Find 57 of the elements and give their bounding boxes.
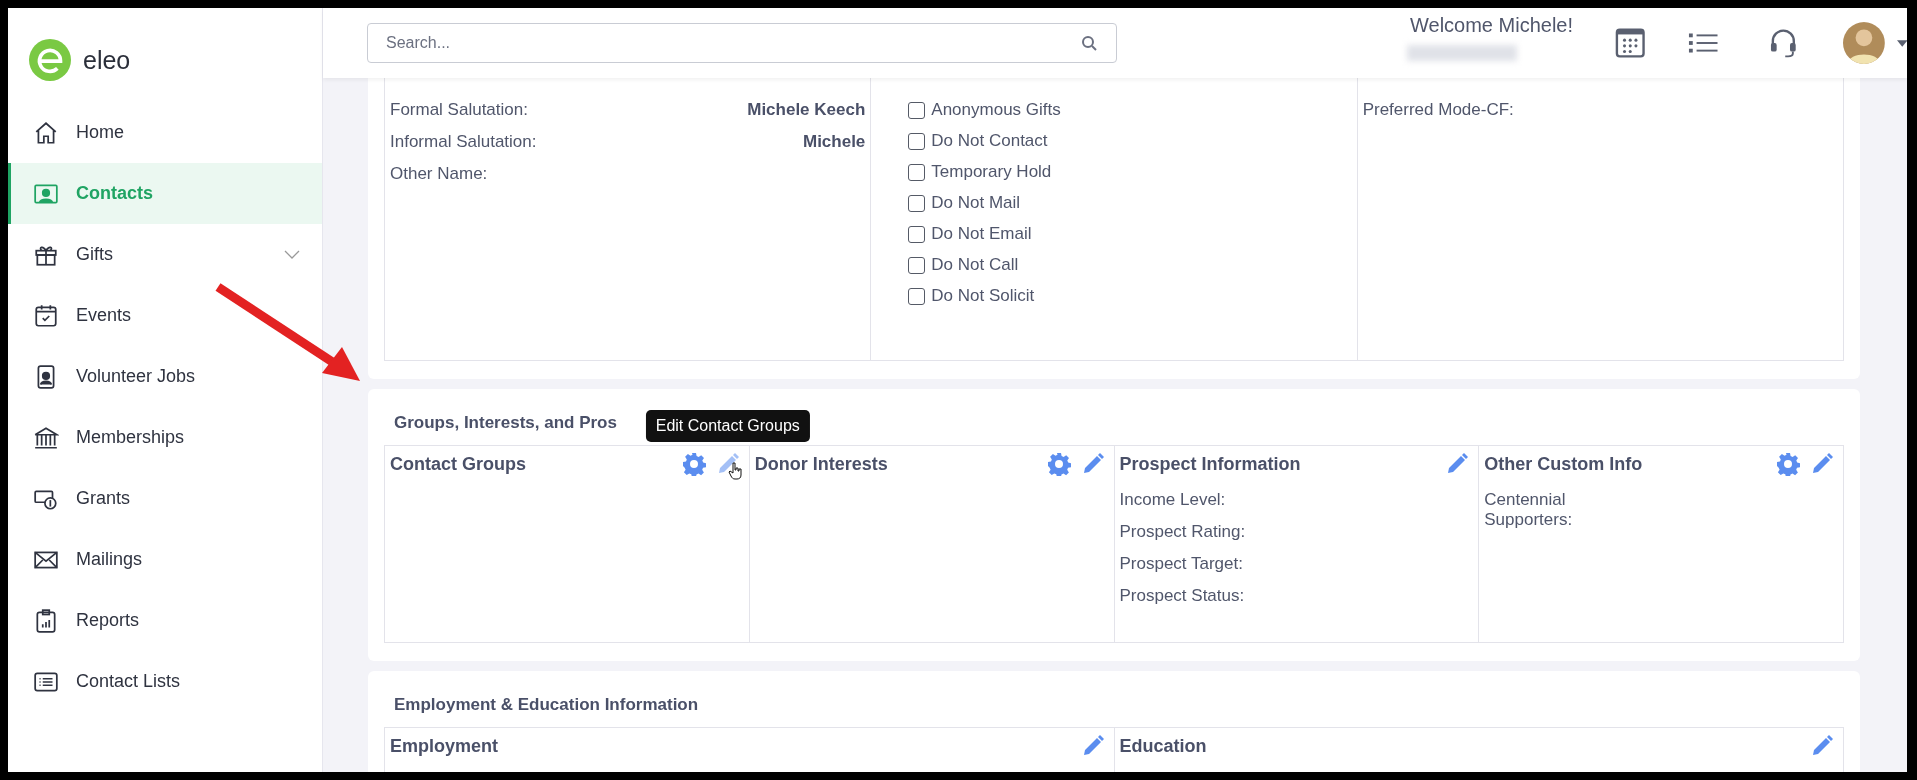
logo-icon [29, 39, 71, 81]
checkbox[interactable] [908, 256, 926, 274]
checkbox[interactable] [908, 163, 926, 181]
column-heading: Employment [390, 735, 499, 757]
checkbox-label: Do Not Email [931, 224, 1032, 244]
field-label: Centennial Supporters: [1484, 490, 1574, 530]
checkbox[interactable] [908, 287, 926, 305]
caret-icon[interactable] [1896, 39, 1907, 47]
section-title: Employment & Education Information [393, 694, 699, 716]
sidebar-item[interactable]: Volunteer Jobs [8, 346, 322, 407]
welcome-text: Welcome Michele! [1410, 14, 1574, 37]
sidebar-item[interactable]: Contact Lists [8, 651, 322, 712]
field-label: Other Name: [390, 164, 488, 184]
field-label: Formal Salutation: [390, 100, 528, 120]
checkbox-label: Do Not Mail [931, 193, 1021, 213]
column-heading: Prospect Information [1119, 453, 1301, 475]
checkbox[interactable] [908, 194, 926, 212]
sidebar-item[interactable]: Memberships [8, 407, 322, 468]
sidebar-item[interactable]: Grants [8, 468, 322, 529]
sidebar-item[interactable]: Reports [8, 590, 322, 651]
field-value: Michele Keech [747, 100, 866, 120]
clipboard-chart-icon [33, 607, 59, 634]
checkbox-label: Do Not Solicit [931, 286, 1035, 306]
settings-icon[interactable] [681, 452, 706, 476]
checkbox[interactable] [908, 101, 926, 119]
column-heading: Education [1119, 735, 1207, 757]
field-label: Preferred Mode-CF: [1362, 100, 1514, 120]
field-value: Michele [802, 132, 866, 152]
calendar-icon[interactable] [1615, 27, 1646, 59]
field-label: Prospect Status: [1119, 586, 1245, 606]
tooltip: Edit Contact Groups [645, 410, 810, 442]
settings-icon[interactable] [1046, 452, 1071, 476]
field-label: Income Level: [1119, 490, 1226, 510]
sidebar-item[interactable]: Mailings [8, 529, 322, 590]
calendar-icon [33, 302, 59, 329]
sidebar-item[interactable]: Gifts [8, 224, 322, 285]
column-heading: Other Custom Info [1484, 453, 1643, 475]
checkbox[interactable] [908, 225, 926, 243]
section-title: Groups, Interests, and Pros [393, 412, 617, 434]
checkbox-label: Do Not Call [931, 255, 1019, 275]
sidebar-item[interactable]: Home [8, 102, 322, 163]
checkbox-label: Anonymous Gifts [931, 100, 1061, 120]
logo-text: eleo [83, 45, 131, 75]
search-icon [1081, 35, 1097, 51]
checkbox[interactable] [908, 132, 926, 150]
search-field[interactable]: Search... [367, 23, 1117, 63]
headset-icon[interactable] [1769, 27, 1797, 59]
field-label: Informal Salutation: [390, 132, 537, 152]
field-label: Prospect Target: [1119, 554, 1243, 574]
column-heading: Contact Groups [390, 453, 526, 475]
settings-icon[interactable] [1776, 452, 1800, 476]
checkbox-label: Temporary Hold [931, 162, 1052, 182]
checkbox-label: Do Not Contact [931, 131, 1048, 151]
field-label: Prospect Rating: [1119, 522, 1246, 542]
sidebar-item[interactable]: Events [8, 285, 322, 346]
column-heading: Donor Interests [754, 453, 888, 475]
hand-cursor-icon [727, 462, 742, 480]
